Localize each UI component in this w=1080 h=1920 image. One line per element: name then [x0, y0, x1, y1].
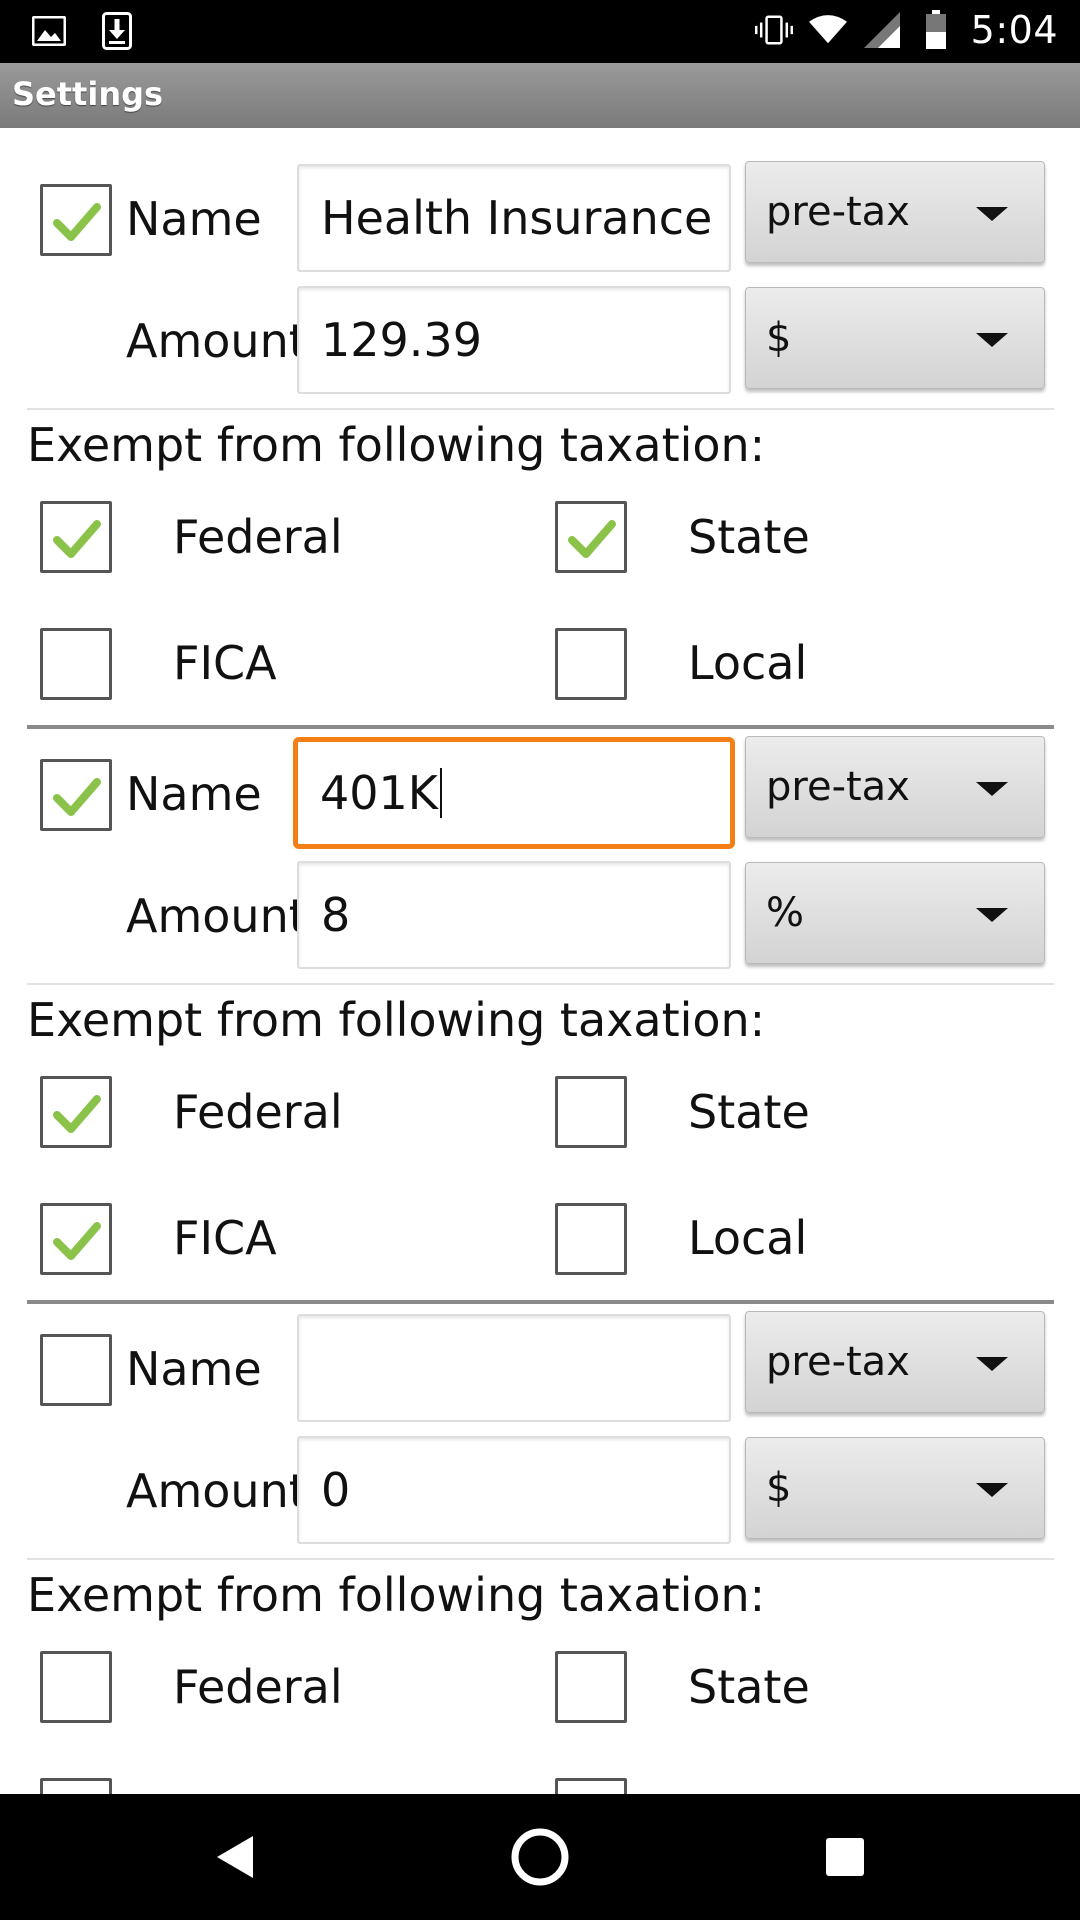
checkmark-icon [53, 1222, 101, 1260]
deductions-list[interactable]: Name Health Insurance pre-tax Amount 129… [0, 128, 1080, 1794]
exempt-federal-checkbox[interactable] [40, 1076, 112, 1148]
fica-label: FICA [173, 1211, 277, 1265]
federal-label: Federal [173, 510, 343, 564]
amount-input[interactable]: 0 [297, 1436, 731, 1544]
exempt-fica-checkbox[interactable] [40, 628, 112, 700]
vibrate-icon [754, 11, 793, 49]
dropdown-arrow-icon [976, 1483, 1008, 1497]
fica-label: FICA [173, 636, 277, 690]
checkmark-icon [53, 778, 101, 816]
deduction-enabled-checkbox[interactable] [40, 1334, 112, 1406]
exempt-heading: Exempt from following taxation: [27, 418, 766, 472]
amount-unit-spinner[interactable]: % [745, 862, 1045, 964]
divider [27, 1558, 1054, 1560]
amount-unit-spinner[interactable]: $ [745, 287, 1045, 389]
federal-label: Federal [173, 1085, 343, 1139]
wifi-icon [808, 11, 847, 49]
signal-icon [863, 11, 901, 49]
name-label: Name [126, 192, 262, 246]
name-label: Name [126, 1342, 262, 1396]
name-input-value: Health Insurance [321, 191, 713, 245]
name-input[interactable]: 401K [293, 737, 735, 849]
federal-label: Federal [173, 1660, 343, 1714]
checkmark-icon [53, 520, 101, 558]
amount-label: Amount [126, 314, 307, 368]
amount-unit-spinner[interactable]: $ [745, 1437, 1045, 1539]
dropdown-arrow-icon [976, 782, 1008, 796]
recents-button[interactable] [775, 1794, 915, 1920]
amount-input-value: 0 [321, 1463, 351, 1517]
text-cursor [439, 768, 442, 818]
exempt-local-checkbox[interactable] [555, 1203, 627, 1275]
deduction-type-spinner[interactable]: pre-tax [745, 1311, 1045, 1413]
dropdown-arrow-icon [976, 908, 1008, 922]
amount-input-value: 129.39 [321, 313, 482, 367]
name-input[interactable]: Health Insurance [297, 164, 731, 272]
page-title: Settings [12, 75, 164, 113]
deduction-type-value: pre-tax [766, 1339, 910, 1385]
divider [27, 983, 1054, 985]
exempt-local-checkbox[interactable] [555, 628, 627, 700]
amount-label: Amount [126, 1464, 307, 1518]
navigation-bar [0, 1794, 1080, 1920]
deduction-block: Name 401K pre-tax Amount 8 % Exempt from… [0, 703, 1080, 1278]
amount-input[interactable]: 129.39 [297, 286, 731, 394]
deduction-type-value: pre-tax [766, 764, 910, 810]
local-label: Local [688, 636, 808, 690]
title-bar: Settings [0, 63, 1080, 128]
divider [27, 408, 1054, 410]
checkmark-icon [53, 203, 101, 241]
amount-label: Amount [126, 889, 307, 943]
clock: 5:04 [970, 8, 1058, 52]
name-input-value: 401K [320, 766, 438, 820]
back-button[interactable] [165, 1794, 305, 1920]
state-label: State [688, 1660, 810, 1714]
exempt-heading: Exempt from following taxation: [27, 1568, 766, 1622]
exempt-fica-checkbox[interactable] [40, 1203, 112, 1275]
deduction-type-value: pre-tax [766, 189, 910, 235]
deduction-block: Name Health Insurance pre-tax Amount 129… [0, 128, 1080, 729]
exempt-heading: Exempt from following taxation: [27, 993, 766, 1047]
deduction-block: Name pre-tax Amount 0 $ Exempt from foll… [0, 1278, 1080, 1794]
amount-input-value: 8 [321, 888, 351, 942]
exempt-federal-checkbox[interactable] [40, 501, 112, 573]
name-label: Name [126, 767, 262, 821]
amount-unit-value: $ [766, 1465, 792, 1511]
home-icon [511, 1828, 569, 1886]
exempt-state-checkbox[interactable] [555, 1076, 627, 1148]
local-label: Local [688, 1211, 808, 1265]
home-button[interactable] [470, 1794, 610, 1920]
deduction-type-spinner[interactable]: pre-tax [745, 161, 1045, 263]
amount-input[interactable]: 8 [297, 861, 731, 969]
status-bar: 5:04 [0, 0, 1080, 63]
exempt-state-checkbox[interactable] [555, 1651, 627, 1723]
dropdown-arrow-icon [976, 1357, 1008, 1371]
exempt-federal-checkbox[interactable] [40, 1651, 112, 1723]
deduction-enabled-checkbox[interactable] [40, 184, 112, 256]
deduction-type-spinner[interactable]: pre-tax [745, 736, 1045, 838]
amount-unit-value: $ [766, 315, 792, 361]
checkmark-icon [53, 1095, 101, 1133]
deduction-enabled-checkbox[interactable] [40, 759, 112, 831]
state-label: State [688, 510, 810, 564]
recents-icon [826, 1838, 864, 1876]
battery-icon [917, 10, 955, 49]
exempt-state-checkbox[interactable] [555, 501, 627, 573]
back-icon [217, 1836, 253, 1878]
download-icon [98, 12, 136, 50]
checkmark-icon [568, 520, 616, 558]
amount-unit-value: % [766, 890, 805, 936]
name-input[interactable] [297, 1314, 731, 1422]
image-icon [30, 12, 68, 50]
dropdown-arrow-icon [976, 333, 1008, 347]
dropdown-arrow-icon [976, 207, 1008, 221]
state-label: State [688, 1085, 810, 1139]
exempt-fica-checkbox[interactable] [40, 1778, 112, 1794]
exempt-local-checkbox[interactable] [555, 1778, 627, 1794]
